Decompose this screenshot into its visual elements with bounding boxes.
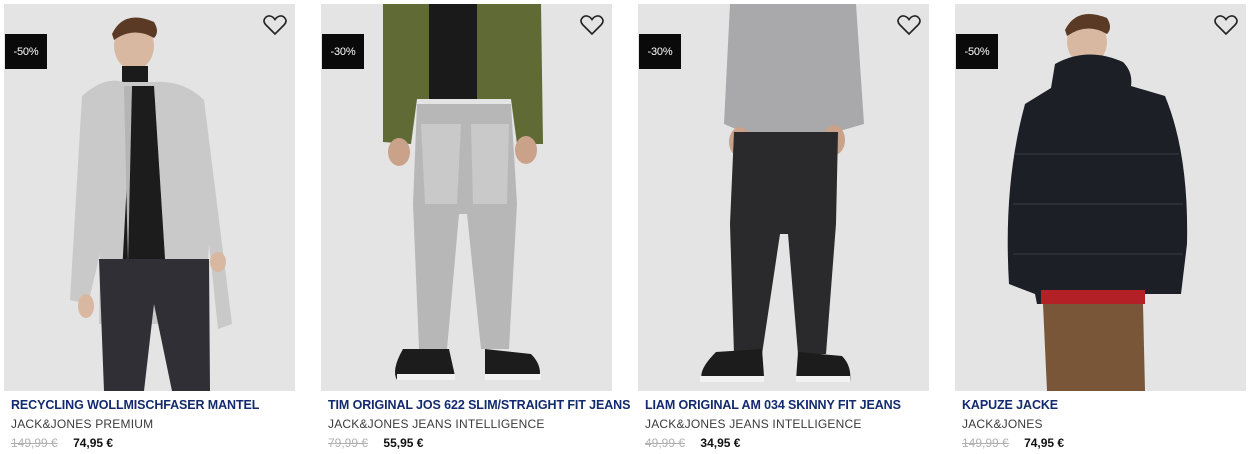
product-title[interactable]: TIM ORIGINAL JOS 622 SLIM/STRAIGHT FIT J… [328,398,630,412]
sale-price: 55,95 € [383,436,424,450]
product-photo-grey-jeans [321,4,612,391]
product-photo-puffer-jacket [955,4,1246,391]
sale-price: 74,95 € [73,436,114,450]
product-title[interactable]: RECYCLING WOLLMISCHFASER MANTEL [11,398,293,412]
price-row: 149,99 € 74,95 € [11,436,113,450]
heart-outline-icon[interactable] [263,14,287,36]
product-card[interactable]: -30% TIM ORIGINAL JOS 622 SLIM/STRAIGHT … [321,4,630,454]
product-image[interactable]: -50% [4,4,295,391]
product-image[interactable]: -50% [955,4,1246,391]
product-image[interactable]: -30% [638,4,929,391]
heart-outline-icon[interactable] [580,14,604,36]
price-row: 49,99 € 34,95 € [645,436,740,450]
product-brand: JACK&JONES PREMIUM [11,417,154,431]
product-brand: JACK&JONES [962,417,1043,431]
discount-badge: -50% [5,34,47,69]
sale-price: 74,95 € [1024,436,1065,450]
heart-outline-icon[interactable] [897,14,921,36]
product-photo-black-jeans [638,4,929,391]
product-brand: JACK&JONES JEANS INTELLIGENCE [645,417,862,431]
original-price: 149,99 € [962,436,1009,450]
price-row: 149,99 € 74,95 € [962,436,1064,450]
product-photo-coat [4,4,295,391]
product-title[interactable]: KAPUZE JACKE [962,398,1244,412]
product-card[interactable]: -50% KAPUZE JACKE JACK&JONES 149,99 € 74… [955,4,1246,454]
price-row: 79,99 € 55,95 € [328,436,423,450]
original-price: 149,99 € [11,436,58,450]
product-card[interactable]: -50% RECYCLING WOLLMISCHFASER MANTEL JAC… [4,4,295,454]
discount-badge: -30% [639,34,681,69]
discount-badge: -30% [322,34,364,69]
original-price: 79,99 € [328,436,369,450]
sale-price: 34,95 € [700,436,741,450]
product-title[interactable]: LIAM ORIGINAL AM 034 SKINNY FIT JEANS [645,398,927,412]
product-grid: -50% RECYCLING WOLLMISCHFASER MANTEL JAC… [0,0,1253,454]
product-brand: JACK&JONES JEANS INTELLIGENCE [328,417,545,431]
product-image[interactable]: -30% [321,4,612,391]
original-price: 49,99 € [645,436,686,450]
heart-outline-icon[interactable] [1214,14,1238,36]
discount-badge: -50% [956,34,998,69]
product-card[interactable]: -30% LIAM ORIGINAL AM 034 SKINNY FIT JEA… [638,4,929,454]
